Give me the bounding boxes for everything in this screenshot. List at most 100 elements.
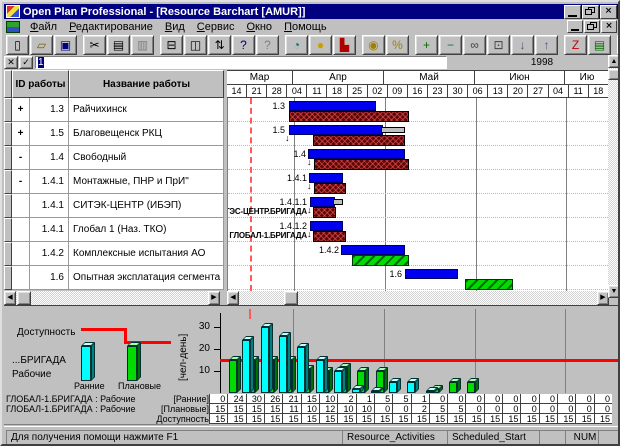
scroll-left-button[interactable]: ◀ bbox=[4, 291, 16, 305]
formula-input[interactable]: 1 bbox=[35, 56, 447, 69]
print-preview-button[interactable]: ◫ bbox=[184, 35, 207, 55]
cancel-edit-button[interactable]: ✕ bbox=[4, 56, 18, 69]
activity-id-cell[interactable]: 1.6 bbox=[30, 266, 69, 290]
close-button[interactable]: × bbox=[600, 5, 617, 19]
menu-item-редактирование[interactable]: Редактирование bbox=[63, 20, 159, 34]
link-activities-button[interactable]: ∞ bbox=[463, 35, 486, 55]
expand-collapse-cell[interactable]: - bbox=[12, 170, 30, 194]
activity-name-cell[interactable]: Монтажные, ПНР и ПрИ" bbox=[69, 170, 224, 194]
scroll-thumb[interactable] bbox=[608, 69, 620, 80]
activity-id-cell[interactable]: 1.4.1 bbox=[30, 194, 69, 218]
expand-collapse-cell[interactable] bbox=[12, 218, 30, 242]
scroll-down-button[interactable]: ▼ bbox=[608, 285, 620, 298]
resource-bird-button[interactable]: ● bbox=[309, 35, 332, 55]
activity-name-cell[interactable]: СИТЭК-ЦЕНТР (ИБЭП) bbox=[69, 194, 224, 218]
expand-collapse-cell[interactable] bbox=[12, 194, 30, 218]
table-row[interactable]: 1.4.1СИТЭК-ЦЕНТР (ИБЭП) bbox=[4, 194, 224, 218]
scroll-left-button[interactable]: ◀ bbox=[227, 291, 239, 305]
expand-collapse-cell[interactable] bbox=[12, 266, 30, 290]
move-down-button[interactable]: ↓ bbox=[511, 35, 534, 55]
baseline-bar[interactable] bbox=[314, 183, 346, 194]
early-bar[interactable] bbox=[289, 101, 376, 111]
activity-name-cell[interactable]: Глобал 1 (Наз. ТКО) bbox=[69, 218, 224, 242]
expand-collapse-cell[interactable] bbox=[12, 242, 30, 266]
column-header-id[interactable]: ID работы bbox=[12, 70, 69, 98]
gantt-vertical-scrollbar[interactable]: ▲▼ bbox=[608, 55, 620, 298]
row-selector[interactable] bbox=[4, 242, 12, 266]
table-row[interactable]: +1.5Благовещенск РКЦ bbox=[4, 122, 224, 146]
float-bar[interactable] bbox=[333, 199, 343, 205]
row-selector[interactable] bbox=[4, 98, 12, 122]
activity-name-cell[interactable]: Свободный bbox=[69, 146, 224, 170]
scroll-thumb[interactable] bbox=[17, 291, 31, 305]
scroll-right-button[interactable]: ▶ bbox=[208, 291, 220, 305]
save-file-button[interactable]: ▣ bbox=[54, 35, 77, 55]
percent-complete-button[interactable]: % bbox=[386, 35, 409, 55]
table-row[interactable]: 1.6Опытная эксплатация сегмента bbox=[4, 266, 224, 290]
activity-id-cell[interactable]: 1.4.1 bbox=[30, 218, 69, 242]
row-selector[interactable] bbox=[4, 170, 12, 194]
gantt-horizontal-scrollbar[interactable]: ◀▶ bbox=[227, 291, 609, 305]
screen-views-button[interactable]: ▤ bbox=[588, 35, 611, 55]
early-bar[interactable] bbox=[310, 197, 335, 207]
delete-activity-button[interactable]: − bbox=[439, 35, 462, 55]
child-restore-button[interactable] bbox=[584, 20, 600, 33]
restore-button[interactable] bbox=[582, 5, 599, 19]
help-button[interactable]: ? bbox=[232, 35, 255, 55]
make-subproject-button[interactable]: ⊡ bbox=[487, 35, 510, 55]
baseline-bar[interactable] bbox=[313, 207, 336, 218]
zigzag-view-button[interactable]: Z bbox=[564, 35, 587, 55]
activity-id-cell[interactable]: 1.5 bbox=[30, 122, 69, 146]
menu-item-сервис[interactable]: Сервис bbox=[191, 20, 241, 34]
scheduled-bar[interactable] bbox=[352, 255, 409, 266]
activity-id-cell[interactable]: 1.4.1 bbox=[30, 170, 69, 194]
early-bar[interactable] bbox=[309, 173, 343, 183]
early-bar[interactable] bbox=[405, 269, 458, 279]
copy-button[interactable]: ▤ bbox=[107, 35, 130, 55]
baseline-bar[interactable] bbox=[313, 231, 346, 242]
expand-collapse-cell[interactable]: + bbox=[12, 122, 30, 146]
add-activity-button[interactable]: + bbox=[415, 35, 438, 55]
expand-collapse-cell[interactable]: + bbox=[12, 98, 30, 122]
early-bar[interactable] bbox=[308, 149, 405, 159]
document-icon[interactable] bbox=[6, 21, 20, 33]
scroll-up-button[interactable]: ▲ bbox=[608, 55, 620, 68]
menu-item-вид[interactable]: Вид bbox=[159, 20, 191, 34]
child-close-button[interactable]: × bbox=[601, 20, 617, 33]
row-selector[interactable] bbox=[4, 266, 12, 290]
column-header-name[interactable]: Название работы bbox=[69, 70, 224, 98]
menu-item-файл[interactable]: Файл bbox=[24, 20, 63, 34]
baseline-bar[interactable] bbox=[289, 111, 409, 122]
row-selector[interactable] bbox=[4, 194, 12, 218]
confirm-edit-button[interactable]: ✓ bbox=[19, 56, 33, 69]
activity-id-cell[interactable]: 1.4.2 bbox=[30, 242, 69, 266]
child-minimize-button[interactable] bbox=[567, 20, 583, 33]
cut-button[interactable]: ✂ bbox=[83, 35, 106, 55]
time-analysis-clock-button[interactable]: ◔ bbox=[285, 35, 308, 55]
early-bar[interactable] bbox=[289, 125, 383, 135]
minimize-button[interactable] bbox=[564, 5, 581, 19]
print-button[interactable]: ⊟ bbox=[160, 35, 183, 55]
scheduled-bar[interactable] bbox=[465, 279, 513, 290]
budget-coin-button[interactable]: ◉ bbox=[362, 35, 385, 55]
move-up-button[interactable]: ↑ bbox=[535, 35, 558, 55]
activity-name-cell[interactable]: Райчихинск bbox=[69, 98, 224, 122]
menu-item-окно[interactable]: Окно bbox=[240, 20, 278, 34]
early-bar[interactable] bbox=[341, 245, 405, 255]
row-selector[interactable] bbox=[4, 218, 12, 242]
row-selector[interactable] bbox=[4, 122, 12, 146]
float-bar[interactable] bbox=[381, 127, 405, 133]
activity-id-cell[interactable]: 1.3 bbox=[30, 98, 69, 122]
baseline-bar[interactable] bbox=[314, 159, 409, 170]
activity-name-cell[interactable]: Благовещенск РКЦ bbox=[69, 122, 224, 146]
table-row[interactable]: 1.4.2Комплексные испытания АО bbox=[4, 242, 224, 266]
activity-id-cell[interactable]: 1.4 bbox=[30, 146, 69, 170]
row-selector[interactable] bbox=[4, 146, 12, 170]
activity-name-cell[interactable]: Комплексные испытания АО bbox=[69, 242, 224, 266]
sort-button[interactable]: ⇅ bbox=[208, 35, 231, 55]
cost-histogram-button[interactable]: ▙ bbox=[333, 35, 356, 55]
baseline-bar[interactable] bbox=[313, 135, 405, 146]
table-horizontal-scrollbar[interactable]: ◀▶ bbox=[4, 291, 220, 305]
early-bar[interactable] bbox=[310, 221, 343, 231]
menu-item-помощь[interactable]: Помощь bbox=[278, 20, 333, 34]
